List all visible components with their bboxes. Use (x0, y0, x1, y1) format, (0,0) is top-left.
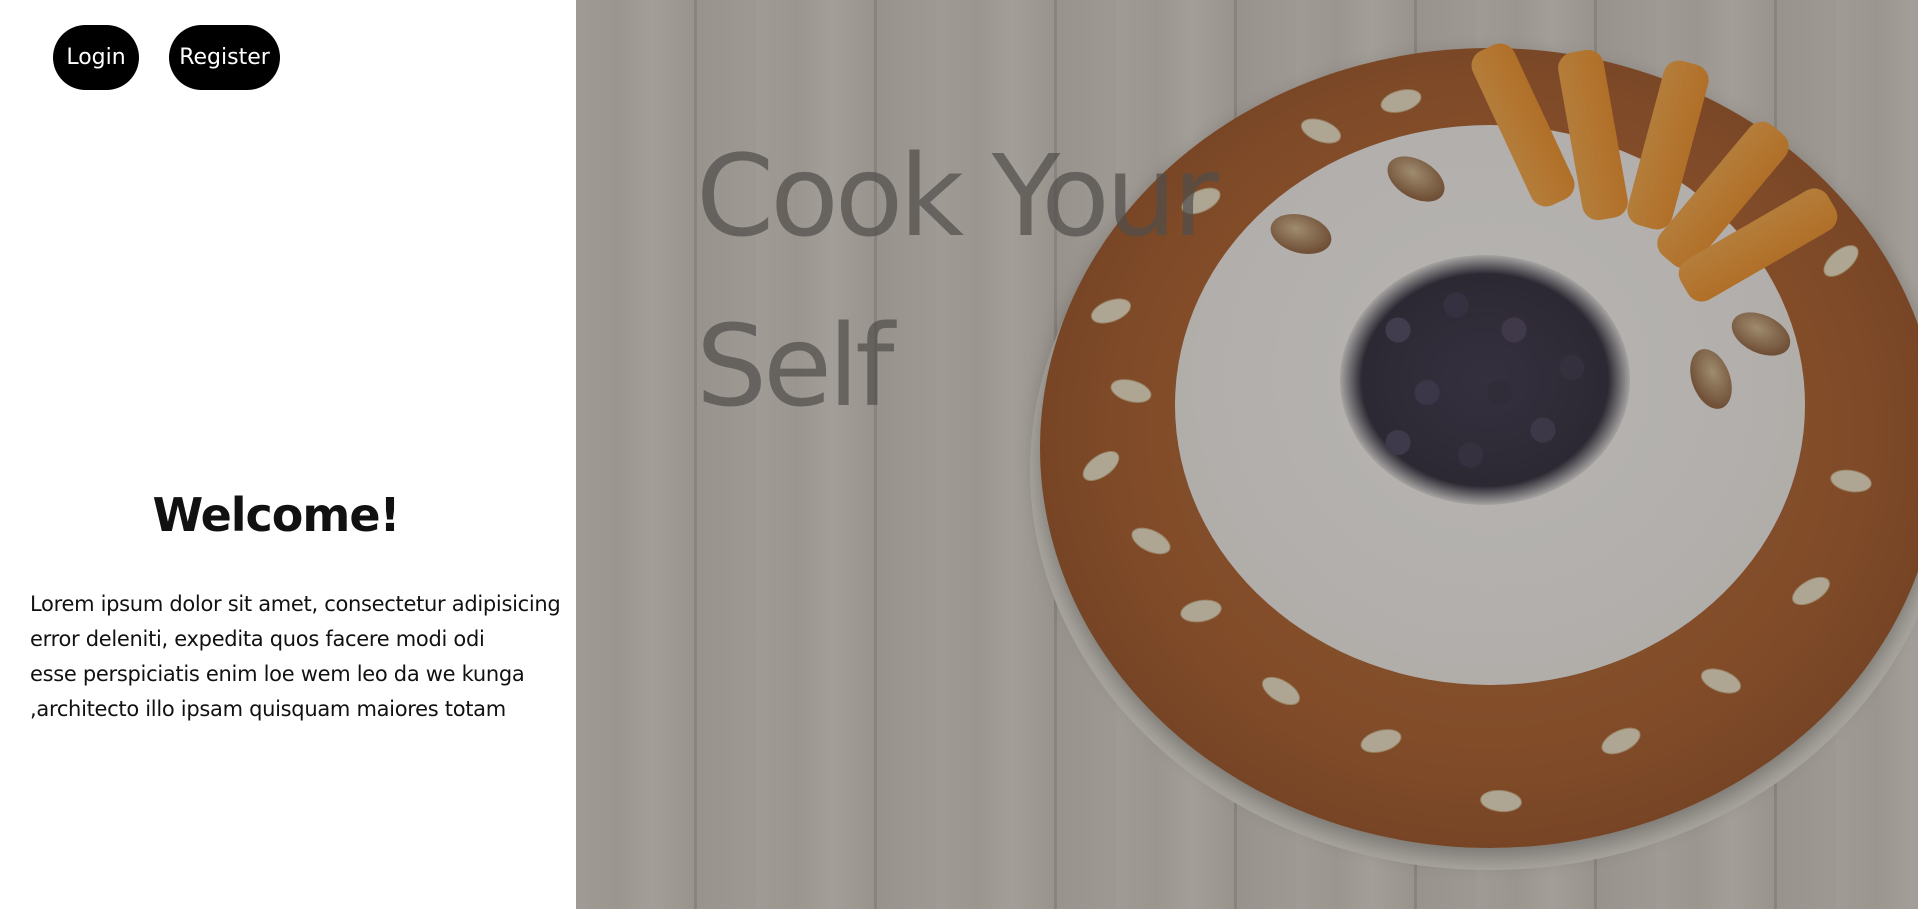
hero-title-line: Self (696, 302, 895, 432)
left-panel: Login Register Welcome! Lorem ipsum dolo… (0, 0, 576, 909)
welcome-text-line: ,architecto illo ipsam quisquam maiores … (30, 697, 506, 721)
auth-nav: Login Register (53, 25, 280, 90)
welcome-text: Lorem ipsum dolor sit amet, consectetur … (30, 587, 570, 727)
hero-title: Cook Your Self (696, 112, 1296, 452)
welcome-text-line: esse perspiciatis enim loe wem leo da we… (30, 662, 525, 686)
login-button[interactable]: Login (53, 25, 139, 90)
register-button[interactable]: Register (169, 25, 280, 90)
welcome-text-line: Lorem ipsum dolor sit amet, consectetur … (30, 592, 561, 616)
welcome-title: Welcome! (152, 488, 400, 542)
hero-title-line: Cook Your (696, 132, 1219, 262)
welcome-text-line: error deleniti, expedita quos facere mod… (30, 627, 485, 651)
